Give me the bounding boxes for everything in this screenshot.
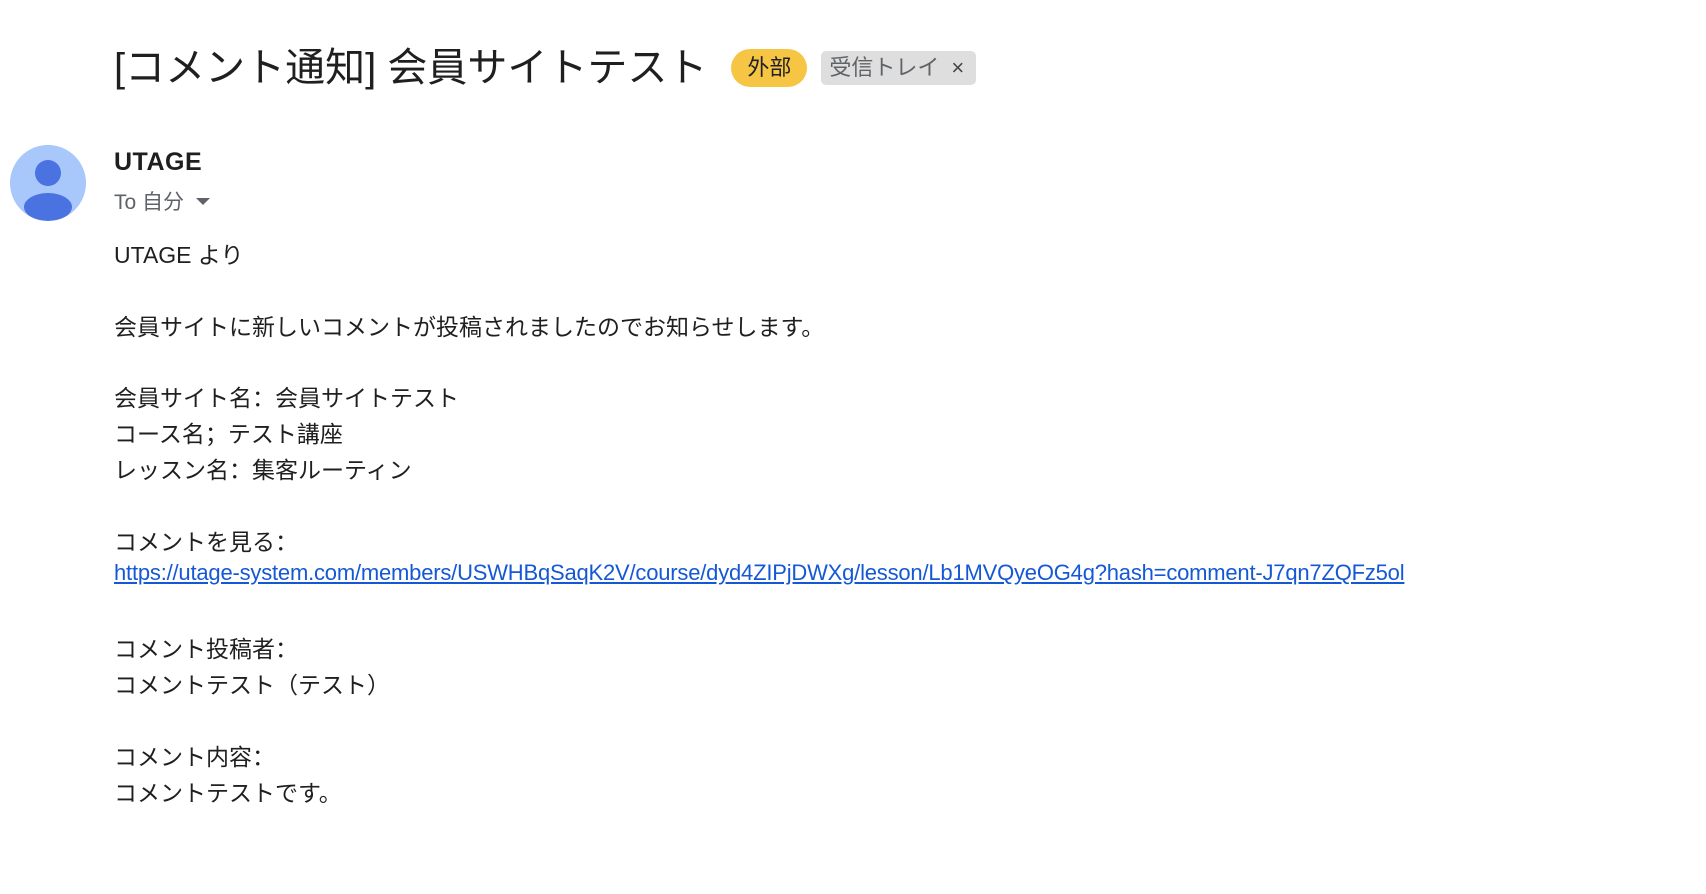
body-site-name: 会員サイト名：会員サイトテスト (114, 385, 459, 411)
body-course-name: コース名；テスト講座 (114, 421, 343, 447)
comment-link[interactable]: https://utage-system.com/members/USWHBqS… (114, 560, 1405, 586)
inbox-label-chip: 受信トレイ × (821, 51, 977, 85)
body-poster-value: コメントテスト（テスト） (114, 672, 390, 698)
sender-name[interactable]: UTAGE (114, 148, 202, 177)
external-label-badge: 外部 (731, 49, 808, 87)
recipient-details-toggle[interactable]: To 自分 (114, 186, 211, 216)
chevron-down-icon (196, 197, 211, 205)
inbox-label-text: 受信トレイ (829, 55, 940, 80)
body-view-comment-label: コメントを見る： (114, 529, 298, 555)
subject-row: [コメント通知] 会員サイトテスト 外部 受信トレイ × (114, 40, 977, 96)
body-content-label: コメント内容： (114, 744, 275, 770)
person-icon (24, 160, 72, 221)
recipient-label: To 自分 (114, 191, 185, 214)
remove-label-icon[interactable]: × (951, 51, 964, 85)
sender-avatar[interactable] (10, 145, 86, 221)
body-lesson-name: レッスン名：集客ルーティン (114, 457, 412, 483)
email-subject: [コメント通知] 会員サイトテスト (114, 46, 708, 90)
body-poster-label: コメント投稿者： (114, 636, 298, 662)
body-greeting: UTAGE より (114, 242, 244, 268)
body-intro: 会員サイトに新しいコメントが投稿されましたのでお知らせします。 (114, 314, 825, 340)
body-content-value: コメントテストです。 (114, 780, 342, 806)
